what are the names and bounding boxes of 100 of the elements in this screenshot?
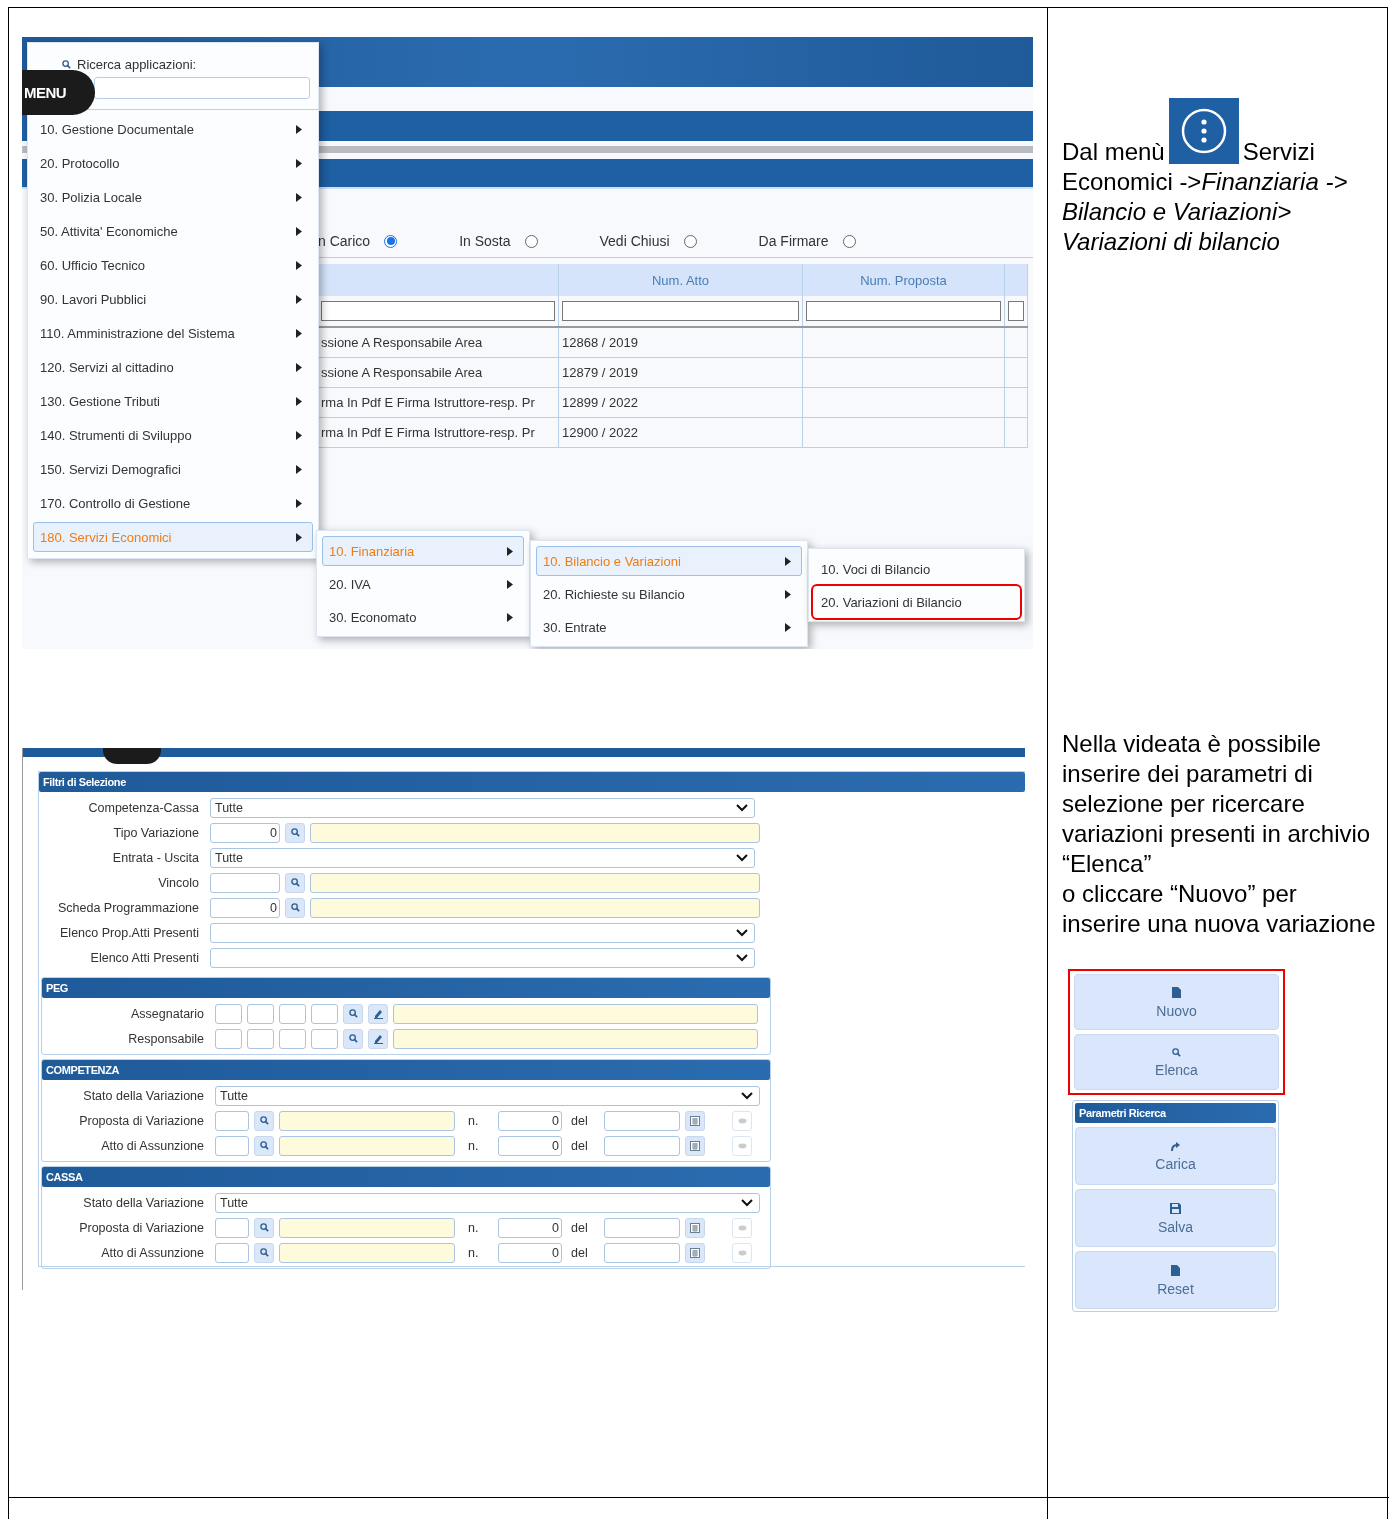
view-button[interactable] xyxy=(732,1110,752,1131)
code-field[interactable] xyxy=(215,1217,249,1238)
radio-button[interactable] xyxy=(683,234,697,248)
code-field[interactable] xyxy=(210,872,280,893)
menu-item[interactable]: 30. Entrate xyxy=(536,612,802,642)
menu-item[interactable]: 170. Controllo di Gestione xyxy=(33,488,313,518)
submenu-arrow-icon xyxy=(296,124,302,134)
code-field[interactable] xyxy=(247,1003,274,1024)
date-field[interactable] xyxy=(604,1110,680,1131)
search-button[interactable] xyxy=(285,897,305,918)
code-field[interactable] xyxy=(215,1110,249,1131)
menu-item[interactable]: 10. Voci di Bilancio xyxy=(814,554,1019,584)
submenu-arrow-icon xyxy=(785,622,791,632)
filter-field[interactable] xyxy=(1008,301,1024,321)
action-button[interactable]: Carica xyxy=(1075,1127,1276,1185)
filter-field[interactable] xyxy=(562,301,799,321)
number-field[interactable]: 0 xyxy=(498,1242,562,1263)
menu-item[interactable]: 130. Gestione Tributi xyxy=(33,386,313,416)
search-button[interactable] xyxy=(343,1028,363,1049)
number-label: n. xyxy=(468,1220,480,1235)
filter-field[interactable] xyxy=(806,301,1001,321)
radio-button[interactable] xyxy=(842,234,856,248)
edit-button[interactable] xyxy=(368,1003,388,1024)
calendar-button[interactable] xyxy=(685,1242,705,1263)
calendar-button[interactable] xyxy=(685,1217,705,1238)
field-label: Responsabile xyxy=(127,1031,205,1046)
action-button[interactable]: Nuovo xyxy=(1074,974,1279,1030)
menu-item[interactable]: 10. Gestione Documentale xyxy=(33,114,313,144)
date-field[interactable] xyxy=(604,1242,680,1263)
code-field[interactable] xyxy=(279,1003,306,1024)
view-button[interactable] xyxy=(732,1217,752,1238)
code-field[interactable]: 0 xyxy=(210,822,280,843)
search-label: Ricerca applicazioni: xyxy=(77,57,197,72)
date-field[interactable] xyxy=(604,1217,680,1238)
menu-item[interactable]: 30. Polizia Locale xyxy=(33,182,313,212)
menu-item[interactable]: 20. Variazioni di Bilancio xyxy=(814,587,1019,617)
column-header[interactable]: Num. Atto xyxy=(558,264,803,296)
dropdown-field[interactable]: Tutte xyxy=(210,847,755,868)
code-field[interactable] xyxy=(311,1028,338,1049)
calendar-icon xyxy=(690,1115,700,1126)
menu-item[interactable]: 120. Servizi al cittadino xyxy=(33,352,313,382)
number-field[interactable]: 0 xyxy=(498,1135,562,1156)
calendar-icon xyxy=(690,1222,700,1233)
code-field[interactable] xyxy=(215,1242,249,1263)
search-field[interactable] xyxy=(94,77,310,99)
radio-button[interactable] xyxy=(524,234,538,248)
calendar-button[interactable] xyxy=(685,1135,705,1156)
action-button[interactable]: Salva xyxy=(1075,1189,1276,1247)
view-button[interactable] xyxy=(732,1242,752,1263)
menu-item[interactable]: 90. Lavori Pubblici xyxy=(33,284,313,314)
submenu-arrow-icon xyxy=(296,362,302,372)
search-icon xyxy=(290,878,300,887)
menu-item[interactable]: 150. Servizi Demografici xyxy=(33,454,313,484)
curved-arrow-icon xyxy=(1171,1141,1180,1151)
submenu-arrow-icon xyxy=(296,294,302,304)
number-field[interactable]: 0 xyxy=(498,1110,562,1131)
search-button[interactable] xyxy=(254,1110,274,1131)
search-button[interactable] xyxy=(285,872,305,893)
search-button[interactable] xyxy=(254,1135,274,1156)
action-button[interactable]: Reset xyxy=(1075,1251,1276,1309)
search-button[interactable] xyxy=(254,1217,274,1238)
section-title: PEG xyxy=(42,978,770,998)
menu-badge[interactable]: MENU xyxy=(22,70,95,115)
menu-item[interactable]: 50. Attivita' Economiche xyxy=(33,216,313,246)
code-field[interactable]: 0 xyxy=(210,897,280,918)
menu-item[interactable]: 20. Protocollo xyxy=(33,148,313,178)
menu-item[interactable]: 60. Ufficio Tecnico xyxy=(33,250,313,280)
document-icon xyxy=(1171,1264,1180,1276)
code-field[interactable] xyxy=(215,1135,249,1156)
search-button[interactable] xyxy=(285,822,305,843)
menu-item[interactable]: 140. Strumenti di Sviluppo xyxy=(33,420,313,450)
dropdown-field[interactable]: Tutte xyxy=(210,797,755,818)
menu-item[interactable]: 30. Economato xyxy=(322,602,524,632)
code-field[interactable] xyxy=(311,1003,338,1024)
menu-item[interactable]: 20. Richieste su Bilancio xyxy=(536,579,802,609)
action-button[interactable]: Elenca xyxy=(1074,1034,1279,1090)
menu-item[interactable]: 110. Amministrazione del Sistema xyxy=(33,318,313,348)
number-field[interactable]: 0 xyxy=(498,1217,562,1238)
menu-tab[interactable] xyxy=(103,748,161,764)
date-field[interactable] xyxy=(604,1135,680,1156)
dropdown-field[interactable] xyxy=(210,947,755,968)
dropdown-field[interactable] xyxy=(210,922,755,943)
code-field[interactable] xyxy=(215,1003,242,1024)
code-field[interactable] xyxy=(279,1028,306,1049)
search-button[interactable] xyxy=(343,1003,363,1024)
filter-field[interactable] xyxy=(321,301,555,321)
calendar-button[interactable] xyxy=(685,1110,705,1131)
field-label: Scheda Programmazione xyxy=(56,900,200,915)
dropdown-field[interactable]: Tutte xyxy=(215,1192,760,1213)
search-button[interactable] xyxy=(254,1242,274,1263)
view-button[interactable] xyxy=(732,1135,752,1156)
column-header[interactable] xyxy=(318,264,559,296)
column-header[interactable]: Num. Proposta xyxy=(802,264,1005,296)
code-field[interactable] xyxy=(215,1028,242,1049)
code-field[interactable] xyxy=(247,1028,274,1049)
search-icon xyxy=(348,1009,358,1018)
radio-button[interactable] xyxy=(384,234,398,248)
menu-item[interactable]: 20. IVA xyxy=(322,569,524,599)
edit-button[interactable] xyxy=(368,1028,388,1049)
dropdown-field[interactable]: Tutte xyxy=(215,1085,760,1106)
